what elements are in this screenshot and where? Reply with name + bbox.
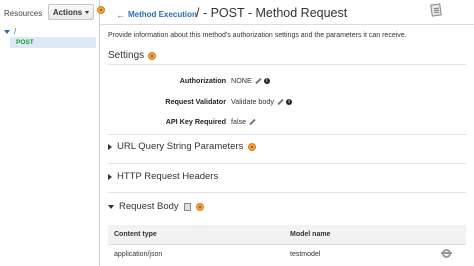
model-name-header: Model name [284, 225, 426, 245]
page-title: / - POST - Method Request [196, 6, 348, 20]
content-type-cell: application/json [114, 250, 163, 258]
api-key-required-value-text: false [231, 117, 247, 126]
gear-icon[interactable] [440, 248, 452, 258]
settings-divider [108, 64, 466, 65]
tree-method-post[interactable]: POST [10, 37, 96, 48]
back-arrow-icon: ← [116, 9, 125, 20]
table-row: application/json testmodel [108, 244, 466, 264]
document-icon[interactable] [430, 3, 442, 17]
help-icon[interactable] [248, 142, 257, 151]
http-request-headers-section[interactable]: HTTP Request Headers [108, 171, 218, 182]
request-validator-value: Validate body i [231, 97, 293, 106]
expand-right-icon [108, 173, 112, 180]
api-key-required-value: false [231, 117, 255, 126]
content-type-header: Content type [108, 225, 284, 245]
http-request-headers-label: HTTP Request Headers [117, 171, 219, 182]
document-icon[interactable] [183, 202, 191, 211]
pencil-icon[interactable] [277, 99, 283, 105]
expand-right-icon [108, 143, 112, 150]
request-validator-value-text: Validate body [231, 97, 275, 106]
tree-root-resource[interactable]: / [4, 27, 16, 36]
info-icon[interactable]: i [286, 98, 293, 105]
section-divider [108, 192, 466, 193]
row-settings-cell [426, 244, 466, 264]
section-divider [108, 134, 466, 135]
url-query-string-section[interactable]: URL Query String Parameters [108, 141, 257, 152]
page-description: Provide information about this method's … [108, 32, 407, 39]
request-validator-label: Request Validator [165, 97, 226, 106]
settings-heading-label: Settings [108, 50, 145, 61]
api-key-required-label: API Key Required [165, 117, 226, 126]
tree-root-label: / [14, 27, 17, 36]
request-body-table: Content type Model name application/json… [108, 225, 466, 264]
header-divider [100, 24, 474, 25]
info-icon[interactable]: i [263, 77, 270, 84]
pencil-icon[interactable] [249, 119, 255, 125]
authorization-value-text: NONE [231, 76, 252, 85]
settings-heading: Settings [108, 50, 157, 61]
section-divider [108, 163, 466, 164]
pencil-icon[interactable] [255, 78, 261, 84]
url-query-string-label: URL Query String Parameters [117, 141, 244, 152]
actions-button[interactable]: Actions [48, 4, 94, 20]
collapse-down-icon [4, 29, 10, 34]
method-request-panel: ← Method Execution / - POST - Method Req… [100, 0, 474, 266]
resources-panel: Resources Actions / POST [0, 0, 99, 266]
method-execution-link[interactable]: ← Method Execution [116, 10, 197, 19]
back-link-label: Method Execution [128, 10, 197, 19]
collapse-down-icon [108, 204, 114, 209]
actions-header [426, 225, 466, 245]
help-icon[interactable] [148, 51, 157, 60]
resources-title: Resources [4, 9, 43, 18]
table-header-row: Content type Model name [108, 225, 466, 245]
request-body-label: Request Body [119, 201, 179, 212]
actions-label: Actions [52, 7, 83, 17]
model-name-cell: testmodel [290, 250, 321, 258]
authorization-label: Authorization [179, 76, 226, 85]
authorization-value: NONE i [231, 76, 270, 85]
help-icon[interactable] [195, 202, 204, 211]
chevron-down-icon [85, 10, 90, 14]
request-body-section[interactable]: Request Body [108, 201, 204, 212]
